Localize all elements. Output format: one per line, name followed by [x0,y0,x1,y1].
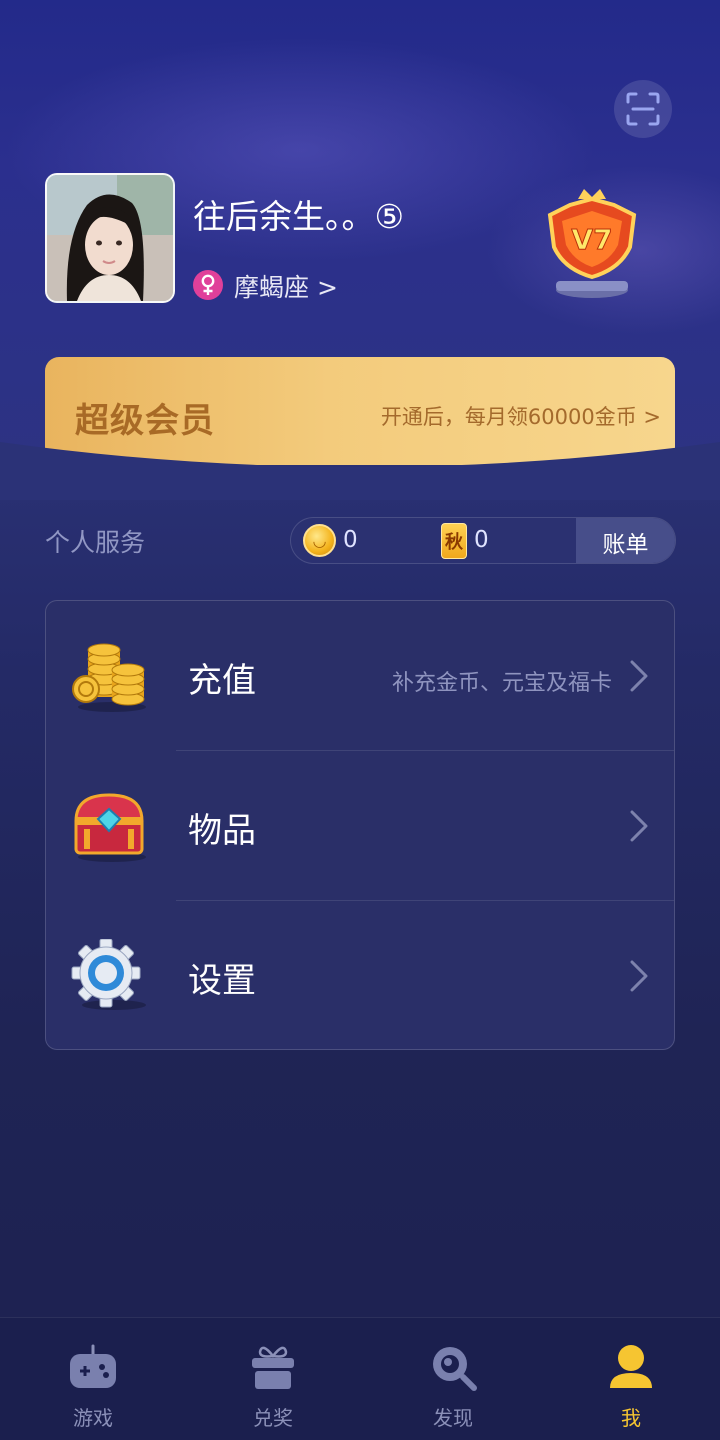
svg-text:V7: V7 [571,223,612,256]
vip-description: 开通后，每月领60000金币 > [380,405,661,429]
scan-icon [626,92,660,126]
tab-games[interactable]: 游戏 [3,1318,183,1440]
menu-item-settings[interactable]: 设置 [46,901,674,1049]
coin-icon: ◡ [303,524,336,557]
female-icon [193,270,223,300]
coin-balance: 0 [343,527,358,553]
coins-icon [72,643,146,712]
tab-label-games: 游戏 [73,1406,113,1430]
discover-icon [433,1347,477,1391]
bottom-tab-bar: 游戏 兑奖 发现 我 [0,1317,720,1440]
tab-me[interactable]: 我 [541,1318,720,1440]
menu-item-items[interactable]: 物品 [46,751,674,901]
scan-button[interactable] [614,80,672,138]
menu-label-settings: 设置 [188,961,256,1001]
tab-rewards[interactable]: 兑奖 [183,1318,363,1440]
menu-item-recharge[interactable]: 充值 补充金币、元宝及福卡 [46,601,674,751]
gift-icon [252,1346,294,1389]
tab-label-discover: 发现 [433,1406,473,1430]
vip-title: 超级会员 [75,401,215,441]
chevron-right-icon [630,960,648,992]
user-icon [610,1345,652,1388]
vip-level-badge[interactable]: V7 [540,185,644,303]
services-menu: 充值 补充金币、元宝及福卡 物品 设置 [45,600,675,1050]
avatar-photo [47,175,173,301]
chevron-right-icon [630,660,648,692]
menu-sub-recharge: 补充金币、元宝及福卡 [391,671,612,696]
gamepad-icon [70,1344,116,1388]
card-icon: 秋 [441,523,467,559]
avatar[interactable] [45,173,175,303]
tab-label-rewards: 兑奖 [253,1406,293,1430]
menu-label-items: 物品 [188,811,256,851]
constellation-link[interactable]: 摩蝎座 > [234,268,338,304]
bill-button[interactable]: 账单 [576,518,675,563]
tab-discover[interactable]: 发现 [363,1318,543,1440]
card-balance: 0 [474,527,489,553]
vip-shield-icon: V7 [547,189,637,298]
username: 往后余生。。⑤ [193,197,405,236]
menu-label-recharge: 充值 [188,661,256,701]
balance-bar: ◡ 0 秋 0 账单 [290,517,676,564]
tab-label-me: 我 [621,1406,641,1430]
personal-services-label: 个人服务 [45,528,146,557]
treasure-chest-icon [74,793,146,862]
gear-icon [71,939,146,1010]
chevron-right-icon [630,810,648,842]
vip-membership-banner[interactable]: 超级会员 开通后，每月领60000金币 > [45,357,675,465]
